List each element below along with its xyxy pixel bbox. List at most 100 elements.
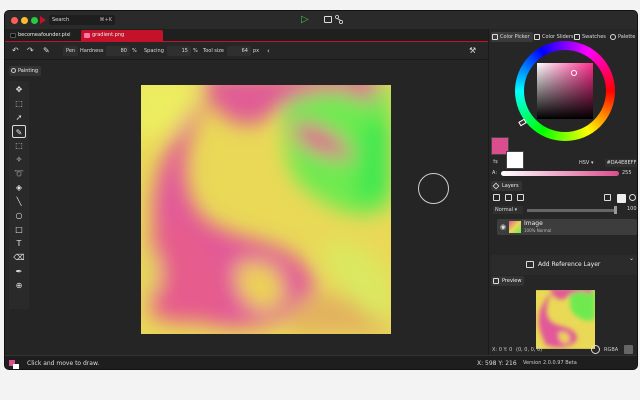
- zoom-tool-icon[interactable]: ⊕: [12, 279, 26, 292]
- film-icon[interactable]: [324, 16, 332, 23]
- search-field[interactable]: Search ⌘+K: [49, 15, 115, 25]
- toolsize-unit: px: [253, 48, 260, 54]
- preview-mode: RGBA: [604, 347, 619, 353]
- alpha-label: A:: [492, 170, 498, 176]
- color-picker-icon: [492, 34, 498, 40]
- app-window: Search ⌘+K ▷ becomeafounder.pixi gradien…: [4, 10, 638, 370]
- sliders-icon: [534, 34, 540, 40]
- undo-icon[interactable]: ↶: [12, 46, 19, 56]
- hardness-unit: %: [132, 48, 137, 54]
- nodes-icon[interactable]: [334, 14, 344, 25]
- fill-tool-icon[interactable]: ◈: [12, 181, 26, 194]
- saturation-value-square[interactable]: [537, 63, 593, 119]
- tab-becomeafounder[interactable]: becomeafounder.pixi: [7, 30, 79, 41]
- tool-name-badge: Pen: [63, 46, 79, 56]
- layer-thumbnail: [509, 221, 521, 233]
- title-bar: Search ⌘+K ▷: [5, 11, 637, 29]
- tab-label: Color Sliders: [542, 34, 574, 40]
- swatches-icon: [574, 34, 580, 40]
- layer-row-image[interactable]: ◉ Image 100% Normal: [497, 219, 637, 235]
- status-hint: Click and move to draw.: [27, 360, 100, 367]
- image-file-icon: [84, 33, 90, 38]
- play-icon[interactable]: ▷: [301, 14, 309, 25]
- lasso-tool-icon[interactable]: ➰: [12, 167, 26, 180]
- spacing-input[interactable]: 15: [167, 46, 191, 56]
- minimize-window-button[interactable]: [21, 17, 28, 24]
- hex-input[interactable]: #DA4E8EFF: [605, 159, 637, 167]
- lock-layer-icon[interactable]: [604, 194, 611, 203]
- blend-mode-select[interactable]: Normal ▾: [493, 206, 523, 214]
- preview-icon: [493, 278, 499, 284]
- tool-options-bar: ↶ ↷ ✎ Pen Hardness 80 % Spacing 15 % Too…: [5, 42, 488, 60]
- painting-label: Painting: [18, 68, 39, 74]
- transform-tool-icon[interactable]: ⬚: [12, 97, 26, 110]
- color-mode-value: HSV: [579, 160, 590, 166]
- sv-handle[interactable]: [571, 70, 577, 76]
- tab-swatches[interactable]: Swatches: [573, 32, 606, 42]
- zoom-window-button[interactable]: [31, 17, 38, 24]
- add-reference-layer-button[interactable]: Add Reference Layer: [491, 255, 637, 275]
- line-tool-icon[interactable]: ╲: [12, 195, 26, 208]
- delete-layer-icon[interactable]: [517, 194, 524, 203]
- eraser-tool-icon[interactable]: ⌫: [12, 251, 26, 264]
- version-label: Version 2.0.0.97 Beta: [523, 360, 577, 366]
- duplicate-layer-icon[interactable]: [505, 194, 512, 203]
- layer-style-icon[interactable]: [629, 194, 636, 203]
- secondary-color-swatch[interactable]: [506, 151, 524, 169]
- collapse-options-button[interactable]: ‹: [267, 46, 270, 56]
- app-logo-icon: [40, 16, 46, 24]
- preview-title: Preview: [502, 278, 522, 284]
- rectangle-tool-icon[interactable]: □: [12, 223, 26, 236]
- spacing-unit: %: [193, 48, 198, 54]
- new-layer-icon[interactable]: [493, 194, 500, 203]
- checker-toggle-icon[interactable]: [624, 345, 633, 354]
- eyedropper-tool-icon[interactable]: ✒: [12, 265, 26, 278]
- tab-gradient[interactable]: gradient.png: [81, 30, 163, 41]
- opacity-slider[interactable]: [527, 209, 614, 212]
- pen-settings-icon[interactable]: ✎: [43, 46, 50, 56]
- image-canvas[interactable]: [141, 85, 391, 334]
- gradient-image: [141, 85, 391, 334]
- move-tool-icon[interactable]: ✥: [12, 83, 26, 96]
- redo-icon[interactable]: ↷: [27, 46, 34, 56]
- color-mode-select[interactable]: HSV ▾: [579, 160, 593, 166]
- layers-icon: [492, 182, 500, 190]
- tab-palette[interactable]: Palette: [609, 32, 635, 42]
- add-reference-label: Add Reference Layer: [538, 261, 601, 268]
- select-tool-icon[interactable]: ➚: [12, 111, 26, 124]
- close-window-button[interactable]: [11, 17, 18, 24]
- ellipse-tool-icon[interactable]: ○: [12, 209, 26, 222]
- visibility-icon[interactable]: ◉: [500, 223, 506, 231]
- text-tool-icon[interactable]: T: [12, 237, 26, 250]
- chevron-down-icon[interactable]: ⌄: [629, 255, 634, 262]
- preview-thumbnail: [536, 290, 595, 349]
- swap-colors-icon[interactable]: ⇆: [493, 158, 498, 165]
- palette-icon: [11, 68, 16, 73]
- layers-title: Layers: [502, 183, 519, 189]
- tab-label: Swatches: [582, 34, 606, 40]
- hardness-label: Hardness: [80, 48, 104, 54]
- preview-coordinates: X: 0 Y: 0: [492, 347, 513, 353]
- cursor-coordinates: X: 598 Y: 216: [477, 360, 517, 367]
- hardness-input[interactable]: 80: [106, 46, 130, 56]
- color-target-icon[interactable]: [591, 345, 600, 354]
- pen-tool-icon[interactable]: ✎: [12, 125, 26, 138]
- marquee-tool-icon[interactable]: ⬚: [12, 139, 26, 152]
- palette-tab-icon: [610, 34, 616, 40]
- magic-wand-tool-icon[interactable]: ✧: [12, 153, 26, 166]
- layers-section-header[interactable]: Layers: [491, 181, 522, 191]
- preview-section-header[interactable]: Preview: [491, 276, 525, 286]
- search-shortcut: ⌘+K: [99, 17, 112, 23]
- alpha-slider[interactable]: [501, 171, 619, 176]
- tab-label: Palette: [618, 34, 636, 40]
- painting-workspace-tab[interactable]: Painting: [9, 66, 42, 76]
- toolsize-input[interactable]: 64: [227, 46, 251, 56]
- hue-handle[interactable]: [518, 118, 527, 127]
- wrench-icon[interactable]: ⚒: [469, 46, 476, 56]
- status-secondary-swatch: [13, 364, 19, 369]
- opacity-handle[interactable]: [614, 206, 617, 214]
- toolsize-label: Tool size: [203, 48, 224, 54]
- tab-color-picker[interactable]: Color Picker: [491, 32, 533, 42]
- opacity-value: 100: [627, 206, 637, 212]
- layer-mask-icon[interactable]: [617, 194, 626, 203]
